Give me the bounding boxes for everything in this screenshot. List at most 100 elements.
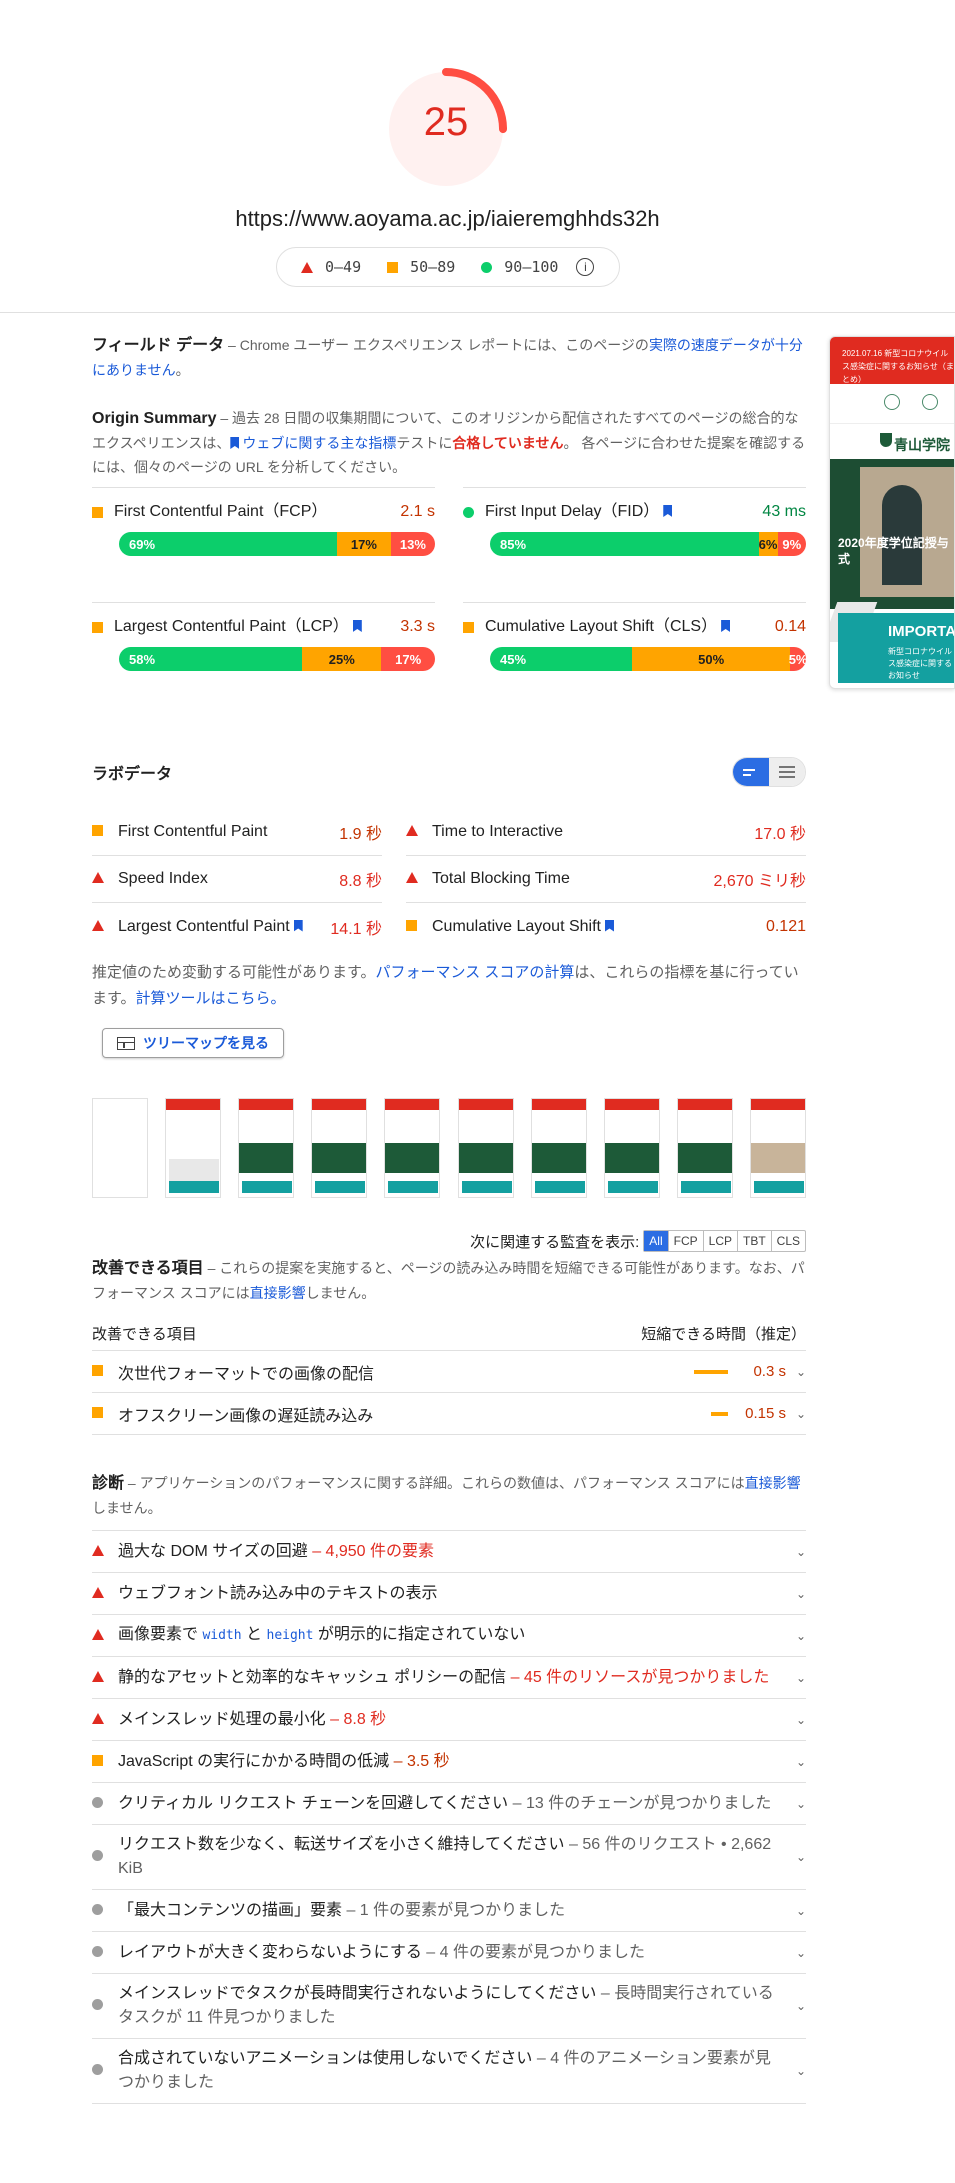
chevron-down-icon[interactable]: ⌄ [786,1587,806,1601]
chevron-down-icon[interactable]: ⌄ [786,1999,806,2013]
legend-fail-range: 0–49 [325,258,362,276]
preview-important-title: IMPORTANT [888,623,955,640]
legend-average-range: 50–89 [410,258,456,276]
average-square-icon [463,622,474,633]
field-metrics-grid: First Contentful Paint（FCP） 2.1 s 69% 17%… [92,487,806,717]
lab-metric-label: Speed Index [118,870,208,887]
legend-pass-range: 90–100 [504,258,559,276]
info-circle-icon [92,1850,103,1861]
score-value: 25 [423,100,469,144]
field-metric-cls: Cumulative Layout Shift（CLS） 0.14 45% 50%… [463,602,806,717]
diagnostic-detail: – 8.8 秒 [325,1710,387,1728]
opportunity-label: 次世代フォーマットでの画像の配信 [118,1365,375,1383]
lab-metric-label: Total Blocking Time [432,870,570,887]
diagnostics-section: 診断 – アプリケーションのパフォーマンスに関する詳細。これらの数値は、パフォー… [92,1471,806,1520]
lab-metrics-left: First Contentful Paint 1.9 秒 Speed Index 8… [92,809,382,950]
diagnostic-row[interactable]: 静的なアセットと効率的なキャッシュ ポリシーの配信 – 45 件のリソースが見つ… [92,1657,806,1699]
lab-metric-value: 0.121 [765,917,806,935]
metric-label: Cumulative Layout Shift（CLS） [485,618,718,635]
diagnostic-row[interactable]: 過大な DOM サイズの回避 – 4,950 件の要素 ⌄ [92,1531,806,1573]
diagnostics-title: 診断 [92,1475,125,1492]
diagnostic-row[interactable]: リクエスト数を少なく、転送サイズを小さく維持してください – 56 件のリクエス… [92,1825,806,1890]
diagnostic-row[interactable]: メインスレッドでタスクが長時間実行されないようにしてください – 長時間実行され… [92,1974,806,2039]
metrics-view-toggle[interactable] [732,757,806,787]
list-icon [743,766,759,779]
diagnostic-label: 合成されていないアニメーションは使用しないでください [118,2050,533,2067]
lab-data-header: ラボデータ [92,757,806,787]
info-circle-icon [92,1796,103,1808]
chevron-down-icon[interactable]: ⌄ [786,1713,806,1727]
bar-average: 6% [758,532,778,556]
chevron-down-icon[interactable]: ⌄ [786,1904,806,1918]
diagnostic-label: メインスレッド処理の最小化 [118,1710,326,1728]
diagnostics-desc-2: しません。 [92,1500,162,1516]
diagnostic-row[interactable]: レイアウトが大きく変わらないようにする – 4 件の要素が見つかりました ⌄ [92,1932,806,1974]
opportunity-row[interactable]: 次世代フォーマットでの画像の配信 0.3 s ⌄ [92,1351,806,1393]
diagnostic-label: リクエスト数を少なく、転送サイズを小さく維持してください [118,1836,565,1853]
diagnostic-label: レイアウトが大きく変わらないようにする [118,1943,422,1961]
chevron-down-icon[interactable]: ⌄ [786,1797,806,1811]
expanded-view-button[interactable] [769,758,805,786]
average-square-icon [92,1364,103,1376]
preview-icon-row [830,384,954,424]
filter-chip-all[interactable]: All [644,1231,669,1251]
fail-triangle-icon [92,1712,104,1724]
diagnostic-row[interactable]: 画像要素で width と height が明示的に指定されていない ⌄ [92,1615,806,1657]
compact-view-button[interactable] [733,758,769,786]
chevron-down-icon[interactable]: ⌄ [786,1946,806,1960]
distribution-bar: 85% 6% 9% [490,532,806,556]
info-icon[interactable]: i [576,258,595,276]
chevron-down-icon[interactable]: ⌄ [786,1755,806,1769]
core-vitals-link[interactable]: ウェブに関する主な指標 [242,435,396,451]
bar-average: 17% [337,532,391,556]
audit-filter: 次に関連する監査を表示: All FCP LCP TBT CLS [92,1230,806,1252]
chevron-down-icon[interactable]: ⌄ [786,1629,806,1643]
lab-metric-fcp: First Contentful Paint 1.9 秒 [92,809,382,856]
diagnostic-row[interactable]: メインスレッド処理の最小化 – 8.8 秒 ⌄ [92,1699,806,1741]
filter-chip-fcp[interactable]: FCP [669,1231,704,1251]
report-header: 25 https://www.aoyama.ac.jp/iaieremghhds… [0,0,955,313]
diagnostic-row[interactable]: 合成されていないアニメーションは使用しないでください – 4 件のアニメーション… [92,2039,806,2104]
average-square-icon [406,919,417,931]
metric-value: 0.14 [774,618,806,635]
diagnostic-label: 静的なアセットと効率的なキャッシュ ポリシーの配信 [118,1668,507,1686]
filter-chip-tbt[interactable]: TBT [738,1231,772,1251]
chevron-down-icon[interactable]: ⌄ [786,1407,806,1421]
score-calc-link[interactable]: パフォーマンス スコアの計算 [376,964,575,981]
bar-poor: 17% [381,647,435,671]
chevron-down-icon[interactable]: ⌄ [786,1365,806,1379]
filter-chip-cls[interactable]: CLS [772,1231,805,1251]
distribution-bar: 69% 17% 13% [119,532,435,556]
chevron-down-icon[interactable]: ⌄ [786,1850,806,1864]
diagnostic-detail: – 1 件の要素が見つかりました [342,1901,566,1919]
lab-metric-lcp: Largest Contentful Paint 14.1 秒 [92,903,382,950]
calculator-link[interactable]: 計算ツールはこちら。 [136,990,286,1007]
metric-label: First Contentful Paint（FCP） [114,503,328,520]
legend-pass: 90–100 [481,258,558,276]
filter-chip-lcp[interactable]: LCP [704,1231,738,1251]
diagnostic-row[interactable]: クリティカル リクエスト チェーンを回避してください – 13 件のチェーンが見… [92,1783,806,1825]
chevron-down-icon[interactable]: ⌄ [786,1545,806,1559]
filmstrip-frame [238,1098,295,1198]
bar-poor: 9% [777,532,806,556]
diagnostic-row[interactable]: ウェブフォント読み込み中のテキストの表示 ⌄ [92,1573,806,1615]
chevron-down-icon[interactable]: ⌄ [786,2064,806,2078]
opportunity-row[interactable]: オフスクリーン画像の遅延読み込み 0.15 s ⌄ [92,1393,806,1435]
savings-bar [694,1369,728,1374]
bar-good: 69% [119,532,338,556]
diagnostic-detail: – 3.5 秒 [389,1752,450,1770]
bar-good: 45% [490,647,633,671]
info-circle-icon [92,2064,103,2075]
chevron-down-icon[interactable]: ⌄ [786,1671,806,1685]
page-url: https://www.aoyama.ac.jp/iaieremghhds32h [235,206,660,231]
diagnostic-row[interactable]: 「最大コンテンツの描画」要素 – 1 件の要素が見つかりました ⌄ [92,1890,806,1932]
direct-impact-link[interactable]: 直接影響 [250,1285,306,1301]
metric-value: 43 ms [762,503,806,520]
direct-impact-link[interactable]: 直接影響 [745,1475,801,1491]
filmstrip-frame [311,1098,368,1198]
view-treemap-button[interactable]: ツリーマップを見る [102,1028,284,1058]
diagnostic-row[interactable]: JavaScript の実行にかかる時間の低減 – 3.5 秒 ⌄ [92,1741,806,1783]
fail-triangle-icon [92,1670,104,1682]
average-square-icon [92,1754,103,1766]
treemap-icon [117,1036,135,1050]
